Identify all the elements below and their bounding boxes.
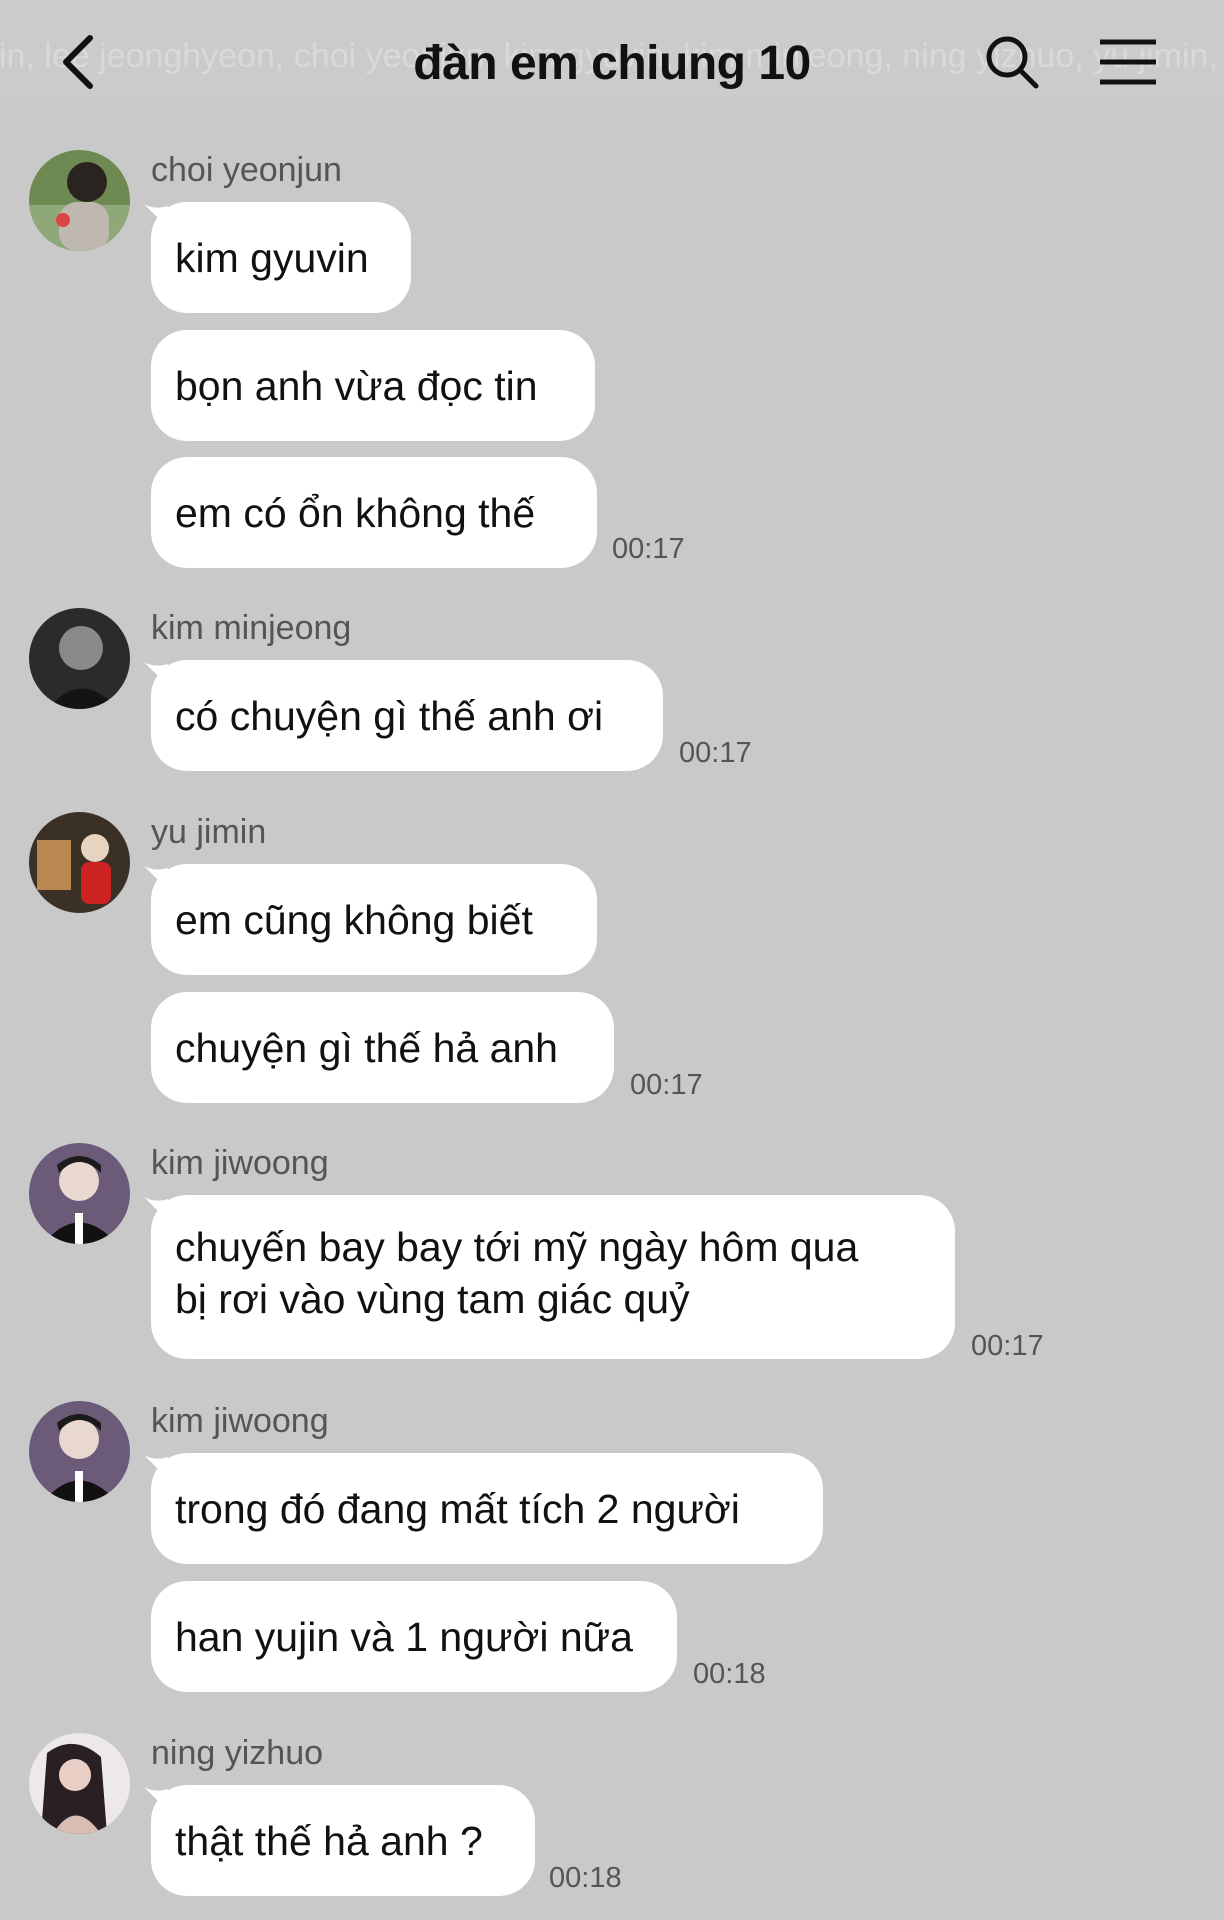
avatar-photo — [29, 812, 130, 913]
message-group: choi yeonjun kim gyuvin bọn anh vừa đọc … — [0, 150, 1224, 570]
avatar[interactable] — [29, 1401, 130, 1502]
message-bubble[interactable]: có chuyện gì thế anh ơi — [151, 660, 663, 771]
message-group: kim jiwoong trong đó đang mất tích 2 ngư… — [0, 1401, 1224, 1731]
avatar[interactable] — [29, 150, 130, 251]
avatar[interactable] — [29, 1733, 130, 1834]
avatar-photo — [29, 608, 130, 709]
sender-name: kim jiwoong — [151, 1402, 329, 1440]
message-text: có chuyện gì thế anh ơi — [175, 692, 604, 739]
message-bubble[interactable]: chuyện gì thế hả anh — [151, 992, 614, 1103]
timestamp: 00:18 — [693, 1658, 766, 1690]
message-bubble[interactable]: trong đó đang mất tích 2 người — [151, 1453, 823, 1564]
avatar[interactable] — [29, 812, 130, 913]
message-bubble[interactable]: thật thế hả anh ? — [151, 1785, 535, 1896]
message-bubble[interactable]: kim gyuvin — [151, 202, 411, 313]
hamburger-menu-icon — [1100, 39, 1156, 85]
message-bubble[interactable]: em cũng không biết — [151, 864, 597, 975]
message-bubble[interactable]: em có ổn không thế — [151, 457, 597, 568]
avatar-photo — [29, 1143, 130, 1244]
message-bubble[interactable]: han yujin và 1 người nữa — [151, 1581, 677, 1692]
message-group: kim minjeong có chuyện gì thế anh ơi 00:… — [0, 608, 1224, 838]
message-list[interactable]: choi yeonjun kim gyuvin bọn anh vừa đọc … — [0, 96, 1224, 1920]
message-text: kim gyuvin — [175, 234, 369, 281]
message-group: yu jimin em cũng không biết chuyện gì th… — [0, 812, 1224, 1142]
timestamp: 00:17 — [679, 737, 752, 769]
message-text: trong đó đang mất tích 2 người — [175, 1485, 740, 1532]
message-bubble[interactable]: bọn anh vừa đọc tin — [151, 330, 595, 441]
timestamp: 00:17 — [630, 1069, 703, 1101]
avatar[interactable] — [29, 608, 130, 709]
message-text: chuyện gì thế hả anh — [175, 1024, 558, 1071]
avatar-photo — [29, 1401, 130, 1502]
sender-name: choi yeonjun — [151, 151, 342, 189]
timestamp: 00:18 — [549, 1862, 622, 1894]
message-group: kim jiwoong chuyến bay bay tới mỹ ngày h… — [0, 1143, 1224, 1393]
avatar[interactable] — [29, 1143, 130, 1244]
sender-name: kim jiwoong — [151, 1144, 329, 1182]
back-button[interactable] — [48, 30, 112, 94]
sender-name: yu jimin — [151, 813, 267, 851]
chevron-left-icon — [63, 35, 93, 89]
message-group: ning yizhuo thật thế hả anh ? 00:18 — [0, 1733, 1224, 1920]
message-text: chuyến bay bay tới mỹ ngày hôm qua bị rơ… — [175, 1224, 859, 1322]
message-text: em cũng không biết — [175, 896, 533, 943]
avatar-photo — [29, 1733, 130, 1834]
message-text: bọn anh vừa đọc tin — [175, 362, 538, 409]
timestamp: 00:17 — [971, 1330, 1044, 1362]
message-text: han yujin và 1 người nữa — [175, 1613, 633, 1660]
search-icon — [986, 36, 1039, 89]
message-bubble[interactable]: chuyến bay bay tới mỹ ngày hôm qua bị rơ… — [151, 1195, 955, 1359]
message-text: em có ổn không thế — [175, 489, 536, 536]
sender-name: ning yizhuo — [151, 1734, 324, 1772]
sender-name: kim minjeong — [151, 609, 352, 647]
message-text: thật thế hả anh ? — [175, 1817, 483, 1864]
menu-button[interactable] — [1096, 30, 1160, 94]
chat-header: oin, lee jeonghyeon, choi yeonjun, kim g… — [0, 0, 1224, 96]
timestamp: 00:17 — [612, 533, 685, 565]
search-button[interactable] — [980, 30, 1044, 94]
avatar-photo — [29, 150, 130, 251]
